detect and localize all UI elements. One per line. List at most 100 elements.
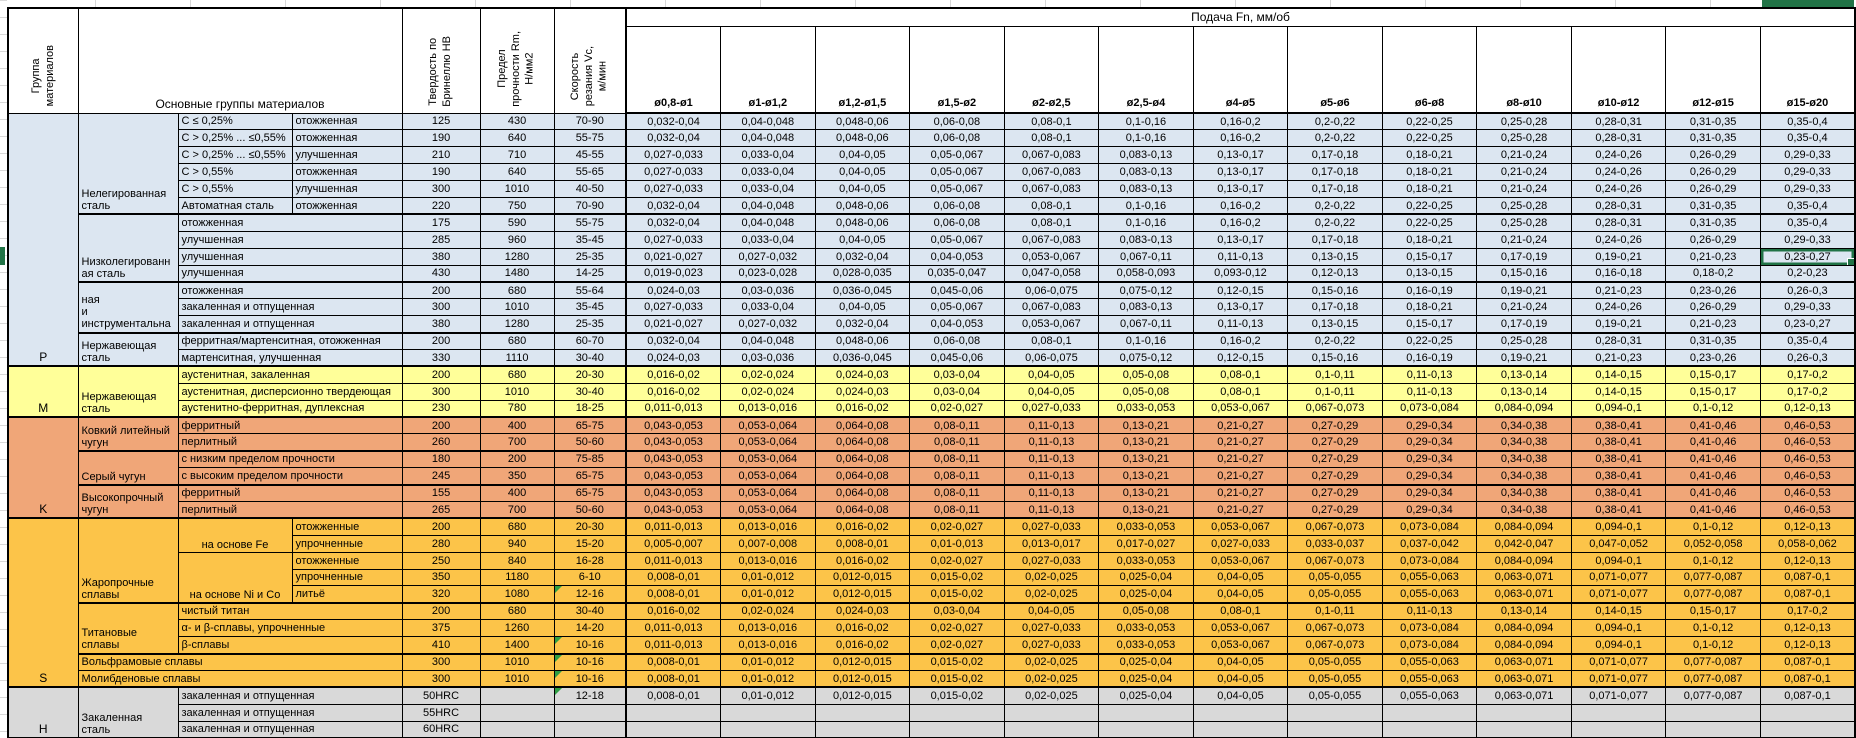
feed-cell[interactable]: 0,01-0,012	[721, 670, 816, 687]
feed-cell[interactable]: 0,04-0,05	[815, 299, 910, 316]
feed-cell[interactable]: 0,11-0,13	[1382, 383, 1477, 400]
header-diameter-9[interactable]: ø8-ø10	[1477, 26, 1572, 113]
feed-cell[interactable]	[1477, 721, 1572, 738]
speed-cell[interactable]: 45-55	[554, 147, 626, 164]
feed-cell[interactable]: 0,087-0,1	[1760, 586, 1855, 603]
feed-cell[interactable]: 0,21-0,27	[1193, 468, 1288, 485]
header-main-groups[interactable]: Основные группы материалов	[78, 8, 402, 113]
hardness-cell[interactable]: 200	[402, 366, 480, 383]
feed-cell[interactable]	[1760, 704, 1855, 721]
feed-cell[interactable]: 0,033-0,053	[1099, 518, 1194, 535]
speed-cell[interactable]: 50-60	[554, 434, 626, 451]
feed-cell[interactable]: 0,31-0,35	[1666, 113, 1761, 130]
speed-cell[interactable]: 14-20	[554, 620, 626, 637]
feed-cell[interactable]: 0,21-0,27	[1193, 485, 1288, 502]
feed-cell[interactable]: 0,08-0,1	[1193, 383, 1288, 400]
feed-cell[interactable]: 0,19-0,21	[1571, 316, 1666, 333]
strength-cell[interactable]: 680	[480, 603, 554, 620]
feed-cell[interactable]: 0,027-0,033	[1004, 400, 1099, 417]
feed-cell[interactable]: 0,13-0,21	[1099, 451, 1194, 468]
feed-cell[interactable]: 0,067-0,073	[1288, 620, 1383, 637]
feed-cell[interactable]: 0,08-0,11	[910, 417, 1005, 434]
hardness-cell[interactable]: 245	[402, 468, 480, 485]
speed-cell[interactable]: 65-75	[554, 417, 626, 434]
strength-cell[interactable]: 940	[480, 535, 554, 552]
header-diameter-4[interactable]: ø2-ø2,5	[1004, 26, 1099, 113]
feed-cell[interactable]: 0,032-0,04	[626, 214, 721, 231]
feed-cell[interactable]: 0,04-0,05	[815, 181, 910, 198]
feed-cell[interactable]: 0,22-0,25	[1382, 113, 1477, 130]
feed-cell[interactable]: 0,048-0,06	[815, 197, 910, 214]
hardness-cell[interactable]: 350	[402, 569, 480, 586]
feed-cell[interactable]: 0,11-0,13	[1004, 417, 1099, 434]
feed-cell[interactable]: 0,02-0,027	[910, 518, 1005, 535]
speed-cell[interactable]: 15-20	[554, 535, 626, 552]
feed-cell[interactable]: 0,18-0,21	[1382, 147, 1477, 164]
feed-cell[interactable]	[1571, 721, 1666, 738]
feed-cell[interactable]: 0,067-0,073	[1288, 552, 1383, 569]
feed-cell[interactable]: 0,053-0,064	[721, 434, 816, 451]
material-label[interactable]: литьё	[292, 586, 402, 603]
material-label[interactable]: Жаропрочные сплавы	[78, 518, 178, 602]
speed-cell[interactable]: 70-90	[554, 113, 626, 130]
feed-cell[interactable]: 0,012-0,015	[815, 586, 910, 603]
feed-cell[interactable]: 0,027-0,033	[1004, 620, 1099, 637]
feed-cell[interactable]: 0,053-0,064	[721, 485, 816, 502]
speed-cell[interactable]: 20-30	[554, 366, 626, 383]
header-diameter-10[interactable]: ø10-ø12	[1571, 26, 1666, 113]
strength-cell[interactable]: 700	[480, 434, 554, 451]
speed-cell[interactable]	[554, 721, 626, 738]
feed-cell[interactable]: 0,073-0,084	[1382, 518, 1477, 535]
feed-cell[interactable]: 0,02-0,024	[721, 383, 816, 400]
header-diameter-0[interactable]: ø0,8-ø1	[626, 26, 721, 113]
feed-cell[interactable]: 0,28-0,31	[1571, 214, 1666, 231]
material-label[interactable]: отожженная	[292, 113, 402, 130]
feed-cell[interactable]: 0,073-0,084	[1382, 552, 1477, 569]
feed-cell[interactable]: 0,34-0,38	[1477, 417, 1572, 434]
material-label[interactable]: перлитный	[178, 501, 402, 518]
feed-cell[interactable]: 0,22-0,25	[1382, 130, 1477, 147]
hardness-cell[interactable]: 320	[402, 586, 480, 603]
material-label[interactable]: закаленная и отпущенная	[178, 316, 402, 333]
speed-cell[interactable]: 10-16	[554, 670, 626, 687]
feed-cell[interactable]: 0,067-0,083	[1004, 164, 1099, 181]
feed-cell[interactable]: 0,064-0,08	[815, 501, 910, 518]
feed-cell[interactable]: 0,011-0,013	[626, 620, 721, 637]
feed-cell[interactable]: 0,067-0,073	[1288, 518, 1383, 535]
feed-cell[interactable]: 0,15-0,16	[1288, 282, 1383, 299]
feed-cell[interactable]: 0,027-0,032	[721, 248, 816, 265]
feed-cell[interactable]: 0,04-0,048	[721, 333, 816, 350]
feed-cell[interactable]: 0,29-0,33	[1760, 181, 1855, 198]
feed-cell[interactable]: 0,46-0,53	[1760, 468, 1855, 485]
feed-cell[interactable]: 0,21-0,24	[1477, 181, 1572, 198]
feed-cell[interactable]: 0,1-0,11	[1288, 366, 1383, 383]
material-label[interactable]: отожженная	[178, 282, 402, 299]
feed-cell[interactable]: 0,02-0,025	[1004, 687, 1099, 704]
feed-cell[interactable]: 0,012-0,015	[815, 569, 910, 586]
strength-cell[interactable]: 1480	[480, 265, 554, 282]
feed-cell[interactable]	[1666, 704, 1761, 721]
feed-cell[interactable]: 0,055-0,063	[1382, 586, 1477, 603]
feed-cell[interactable]: 0,053-0,064	[721, 468, 816, 485]
feed-cell[interactable]: 0,04-0,05	[1193, 654, 1288, 671]
feed-cell[interactable]	[1571, 704, 1666, 721]
feed-cell[interactable]: 0,016-0,02	[815, 518, 910, 535]
feed-cell[interactable]: 0,083-0,13	[1099, 147, 1194, 164]
feed-cell[interactable]: 0,29-0,34	[1382, 485, 1477, 502]
hardness-cell[interactable]: 300	[402, 383, 480, 400]
feed-cell[interactable]: 0,01-0,012	[721, 569, 816, 586]
feed-cell[interactable]	[1382, 704, 1477, 721]
material-label[interactable]: с высоким пределом прочности	[178, 468, 402, 485]
feed-cell[interactable]: 0,045-0,06	[910, 349, 1005, 366]
feed-cell[interactable]: 0,021-0,027	[626, 316, 721, 333]
feed-cell[interactable]: 0,053-0,067	[1004, 316, 1099, 333]
feed-cell[interactable]: 0,032-0,04	[626, 197, 721, 214]
strength-cell[interactable]: 780	[480, 400, 554, 417]
feed-cell[interactable]: 0,036-0,045	[815, 349, 910, 366]
feed-cell[interactable]: 0,1-0,16	[1099, 333, 1194, 350]
feed-cell[interactable]: 0,015-0,02	[910, 687, 1005, 704]
feed-cell[interactable]: 0,17-0,18	[1288, 164, 1383, 181]
feed-cell[interactable]: 0,15-0,16	[1288, 349, 1383, 366]
feed-cell[interactable]: 0,06-0,08	[910, 113, 1005, 130]
speed-cell[interactable]: 35-45	[554, 299, 626, 316]
